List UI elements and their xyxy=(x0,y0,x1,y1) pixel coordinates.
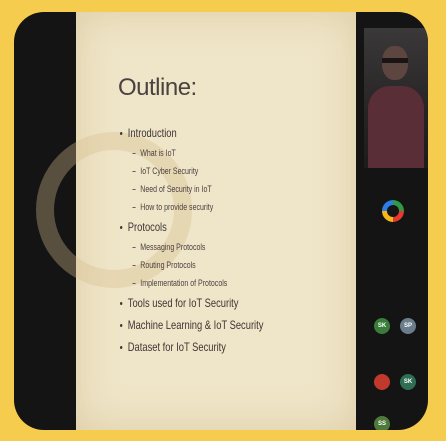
presenter-body xyxy=(368,86,424,168)
participant-avatar[interactable]: SP xyxy=(400,318,416,334)
outline-subitem-label: Implementation of Protocols xyxy=(140,278,228,288)
outline-subitem: Need of Security in IoT xyxy=(120,180,292,198)
outline-subitem: Routing Protocols xyxy=(120,256,292,274)
participant-avatar[interactable]: SK xyxy=(374,318,390,334)
outline-subitem-label: IoT Cyber Security xyxy=(140,166,199,176)
outline-subitem-label: Routing Protocols xyxy=(140,260,196,270)
outline-item: Tools used for IoT Security xyxy=(120,292,292,314)
dash-icon xyxy=(132,247,136,249)
dash-icon xyxy=(132,265,136,267)
bullet-icon xyxy=(120,302,123,306)
outline-item-label: Protocols xyxy=(127,220,167,234)
outline-subitem-label: Messaging Protocols xyxy=(140,242,206,252)
outline-item-label: Introduction xyxy=(127,126,177,140)
presenter-head xyxy=(382,46,408,80)
outline-item-label: Machine Learning & IoT Security xyxy=(127,318,264,332)
outline-item: Dataset for IoT Security xyxy=(120,336,292,358)
outline-item: Introduction xyxy=(120,122,292,144)
shared-slide: Outline: Introduction What is IoT IoT Cy… xyxy=(36,12,356,430)
avatar-initials: SK xyxy=(403,379,413,385)
outline-subitem: What is IoT xyxy=(120,144,292,162)
bullet-icon xyxy=(120,226,123,230)
outline-subitem-label: What is IoT xyxy=(140,148,176,158)
outline-list: Introduction What is IoT IoT Cyber Secur… xyxy=(120,122,340,358)
meeting-window: Outline: Introduction What is IoT IoT Cy… xyxy=(14,12,428,430)
outline-subitem: IoT Cyber Security xyxy=(120,162,292,180)
bullet-icon xyxy=(120,324,123,328)
slide-title: Outline: xyxy=(118,74,197,101)
bullet-icon xyxy=(120,132,123,136)
outline-item-label: Tools used for IoT Security xyxy=(127,296,239,310)
outline-item: Protocols xyxy=(120,216,292,238)
outline-subitem: Messaging Protocols xyxy=(120,238,292,256)
outline-subitem: How to provide security xyxy=(120,198,292,216)
dash-icon xyxy=(132,153,136,155)
presenter-video[interactable] xyxy=(364,28,428,168)
participant-avatar[interactable] xyxy=(374,374,390,390)
avatar-initials: SP xyxy=(403,323,412,329)
bullet-icon xyxy=(120,346,123,350)
participant-avatar[interactable]: SS xyxy=(374,416,390,430)
dash-icon xyxy=(132,207,136,209)
avatar-initials: SK xyxy=(377,323,387,329)
outline-subitem: Implementation of Protocols xyxy=(120,274,292,292)
participant-avatar[interactable]: SK xyxy=(400,374,416,390)
avatar-initials: SS xyxy=(377,421,386,427)
meet-logo-icon xyxy=(382,200,404,222)
participant-panel: SK SP SK SS xyxy=(364,12,428,430)
outline-item: Machine Learning & IoT Security xyxy=(120,314,292,336)
outline-subitem-label: Need of Security in IoT xyxy=(140,184,212,194)
dash-icon xyxy=(132,283,136,285)
dash-icon xyxy=(132,189,136,191)
dash-icon xyxy=(132,171,136,173)
outline-subitem-label: How to provide security xyxy=(140,202,214,212)
presenter-glasses xyxy=(382,58,408,63)
outline-item-label: Dataset for IoT Security xyxy=(127,340,226,354)
